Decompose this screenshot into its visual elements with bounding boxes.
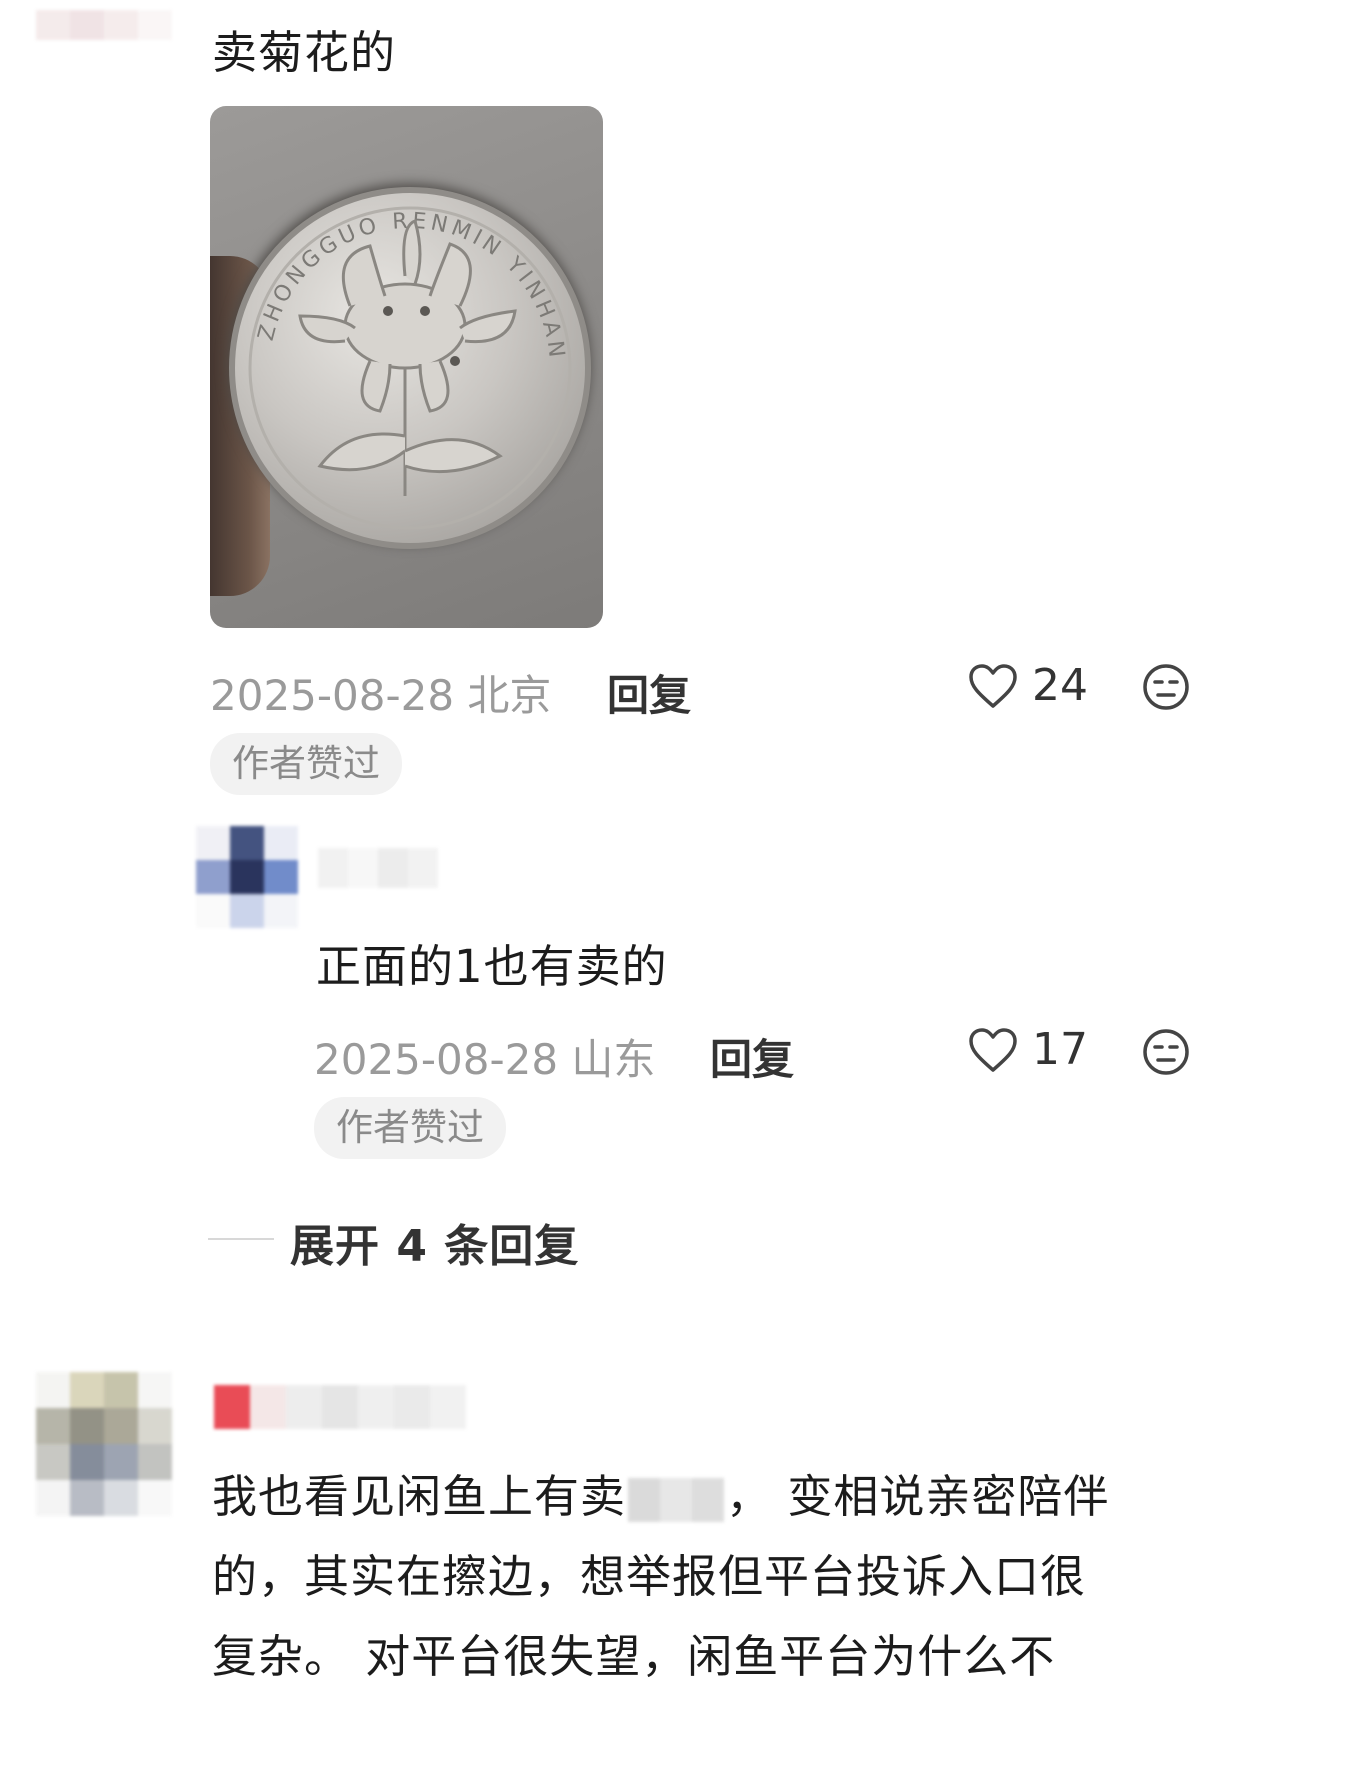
expand-replies-button[interactable]: 展开 4 条回复 — [290, 1210, 579, 1274]
like-button[interactable]: 17 — [968, 1024, 1088, 1075]
author-liked-badge: 作者赞过 — [210, 733, 402, 795]
comment-image-coin[interactable]: ZHONGGUO RENMIN YINHANG — [210, 106, 603, 628]
heart-outline-icon — [969, 663, 1017, 708]
comment-text-line: 复杂。 对平台很失望，闲鱼平台为什么不 — [212, 1630, 1056, 1683]
comment-date-location: 2025-08-28 北京 — [210, 671, 552, 720]
reply-text: 正面的1也有卖的 — [316, 940, 668, 993]
expand-divider — [208, 1238, 274, 1240]
comment-text-line: 的，其实在擦边，想举报但平台投诉入口很 — [212, 1550, 1087, 1603]
reply-username-blurred[interactable] — [318, 848, 438, 888]
comment-text: 卖菊花的 — [212, 26, 397, 79]
commenter-username-blurred[interactable] — [214, 1385, 466, 1429]
censored-blur — [628, 1478, 725, 1522]
commenter-avatar-blurred[interactable] — [36, 10, 172, 40]
reply-avatar-blurred[interactable] — [196, 826, 298, 928]
like-count: 17 — [1032, 1024, 1088, 1075]
coin-illustration: ZHONGGUO RENMIN YINHANG — [210, 106, 591, 549]
author-liked-badge: 作者赞过 — [314, 1097, 506, 1159]
neutral-face-icon[interactable] — [1142, 1028, 1190, 1076]
heart-outline-icon — [969, 1027, 1017, 1072]
commenter-avatar-blurred[interactable] — [36, 1372, 172, 1516]
comment-text-line: 我也看见闲鱼上有卖 ， 变相说亲密陪伴 — [212, 1470, 1110, 1523]
reply-button[interactable]: 回复 — [710, 1026, 794, 1087]
reply-button[interactable]: 回复 — [607, 662, 691, 723]
neutral-face-icon[interactable] — [1142, 663, 1190, 711]
reply-date-location: 2025-08-28 山东 — [314, 1035, 656, 1084]
like-button[interactable]: 24 — [968, 660, 1088, 711]
like-count: 24 — [1032, 660, 1088, 711]
